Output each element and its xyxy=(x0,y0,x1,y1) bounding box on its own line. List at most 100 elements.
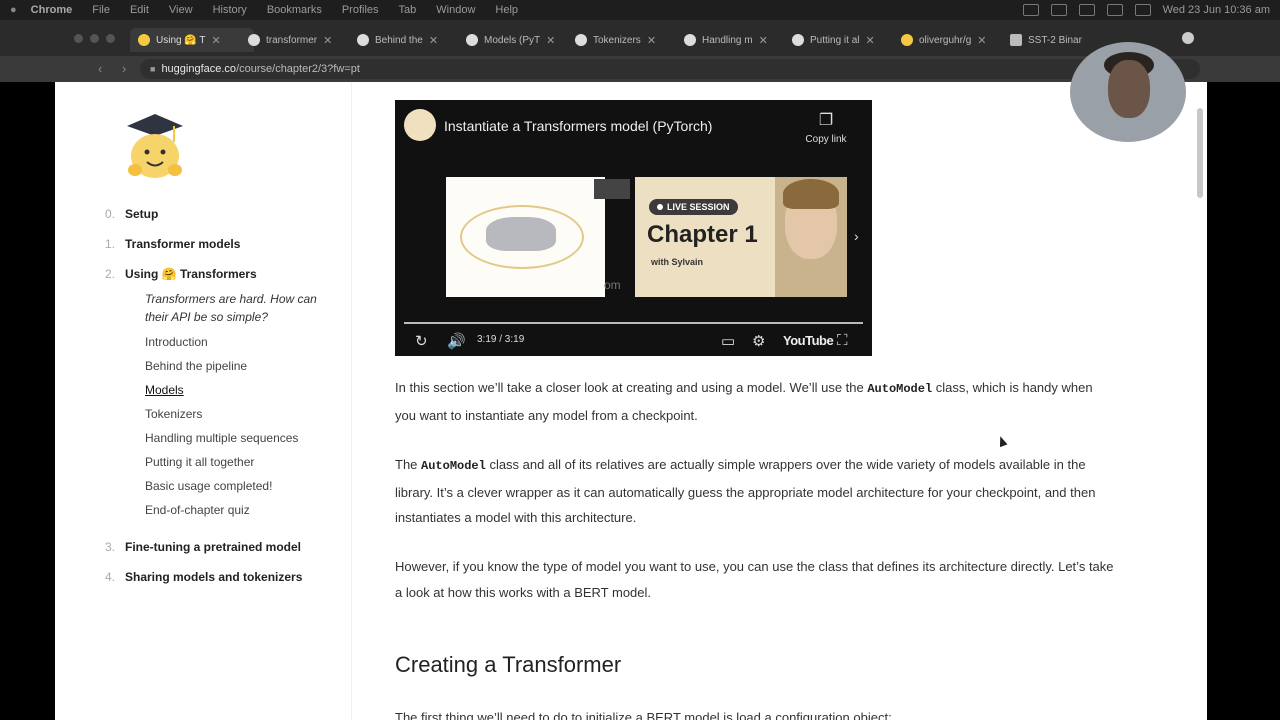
close-window-button[interactable] xyxy=(74,34,83,43)
copy-link-button[interactable]: ❐ Copy link xyxy=(796,110,856,145)
toc-chapter-fine-tuning[interactable]: 3. Fine-tuning a pretrained model xyxy=(105,540,301,554)
chapter-label: Transformer models xyxy=(125,237,241,251)
paragraph-text: The xyxy=(395,457,422,472)
browser-tab[interactable]: oliverguhr/g ✕ xyxy=(901,28,1001,52)
page-scrollbar[interactable] xyxy=(1197,108,1203,198)
chapter-number: 4. xyxy=(105,570,116,584)
browser-tab[interactable]: Handling m ✕ xyxy=(684,28,784,52)
menu-history[interactable]: History xyxy=(213,4,247,16)
menubar-clock[interactable]: Wed 23 Jun 10:36 am xyxy=(1163,4,1270,16)
course-sidebar: 0. Setup 1. Transformer models 2. Using … xyxy=(55,82,352,720)
menu-bookmarks[interactable]: Bookmarks xyxy=(267,4,322,16)
zoom-window-button[interactable] xyxy=(106,34,115,43)
toc-chapter-using-transformers[interactable]: 2. Using 🤗 Transformers xyxy=(105,267,257,281)
browser-tab[interactable]: Models (PyT ✕ xyxy=(466,28,566,52)
tab-label: Behind the xyxy=(375,34,423,46)
back-icon[interactable]: ‹ xyxy=(98,61,102,76)
tab-label: oliverguhr/g xyxy=(919,34,972,46)
toc-chapter-setup[interactable]: 0. Setup xyxy=(105,207,158,221)
browser-tab[interactable]: Behind the ✕ xyxy=(357,28,457,52)
chapter-number: 0. xyxy=(105,207,116,221)
toc-chapter-transformer-models[interactable]: 1. Transformer models xyxy=(105,237,241,251)
toc-section-putting-it-all-together[interactable]: Putting it all together xyxy=(145,455,254,469)
minimize-window-button[interactable] xyxy=(90,34,99,43)
paragraph: In this section we’ll take a closer look… xyxy=(395,375,1115,428)
copy-link-label: Copy link xyxy=(805,134,847,145)
dataset-favicon xyxy=(1010,34,1022,46)
chapter-tagline: Transformers are hard. How can their API… xyxy=(145,292,317,324)
main-content: Instantiate a Transformers model (PyTorc… xyxy=(395,82,1135,720)
related-video-thumbnail[interactable] xyxy=(446,177,605,297)
close-tab-icon[interactable]: ✕ xyxy=(212,34,221,47)
close-tab-icon[interactable]: ✕ xyxy=(429,34,438,47)
github-favicon xyxy=(248,34,260,46)
chevron-right-icon[interactable]: › xyxy=(854,228,859,244)
close-tab-icon[interactable]: ✕ xyxy=(647,34,656,47)
close-tab-icon[interactable]: ✕ xyxy=(759,34,768,47)
video-progress-bar[interactable] xyxy=(404,322,863,324)
wifi-icon[interactable] xyxy=(1106,4,1123,16)
volume-icon[interactable]: 🔊 xyxy=(447,332,466,350)
menu-view[interactable]: View xyxy=(169,4,193,16)
toc-section-introduction[interactable]: Introduction xyxy=(145,335,208,349)
url-path: /course/chapter2/3?fw=pt xyxy=(236,63,360,75)
channel-avatar[interactable] xyxy=(404,109,436,141)
youtube-video-player[interactable]: Instantiate a Transformers model (PyTorc… xyxy=(395,100,872,356)
toc-section-behind-the-pipeline[interactable]: Behind the pipeline xyxy=(145,359,247,373)
new-tab-icon[interactable] xyxy=(1182,32,1194,44)
browser-tab[interactable]: Tokenizers ✕ xyxy=(575,28,675,52)
close-tab-icon[interactable]: ✕ xyxy=(546,34,555,47)
related-video-thumbnail[interactable]: LIVE SESSION Chapter 1 with Sylvain xyxy=(635,177,847,297)
browser-tab[interactable]: SST-2 Binar xyxy=(1010,28,1100,52)
apple-icon[interactable]: ● xyxy=(10,4,17,16)
menu-window[interactable]: Window xyxy=(436,4,475,16)
menu-help[interactable]: Help xyxy=(495,4,518,16)
huggingface-favicon xyxy=(138,34,150,46)
toc-section-basic-usage-completed[interactable]: Basic usage completed! xyxy=(145,479,272,493)
toc-chapter-sharing-models[interactable]: 4. Sharing models and tokenizers xyxy=(105,570,302,584)
status-icon[interactable] xyxy=(1050,4,1067,16)
youtube-logo[interactable]: YouTube xyxy=(783,333,834,348)
video-title[interactable]: Instantiate a Transformers model (PyTorc… xyxy=(444,118,712,134)
menu-profiles[interactable]: Profiles xyxy=(342,4,379,16)
captions-icon[interactable]: ▭ xyxy=(721,332,735,350)
toc-section-models[interactable]: Models xyxy=(145,383,184,397)
tab-label: Using 🤗 T xyxy=(156,34,206,46)
thumbnail-text: om xyxy=(604,278,621,292)
globe-favicon xyxy=(357,34,369,46)
url-host: huggingface.co xyxy=(161,63,237,75)
chapter-number: 2. xyxy=(105,267,116,281)
tab-label: Models (PyT xyxy=(484,34,541,46)
browser-tab[interactable]: Using 🤗 T ✕ xyxy=(130,28,254,52)
menu-chrome[interactable]: Chrome xyxy=(31,4,73,16)
thumbnail-subtitle: with Sylvain xyxy=(651,257,704,267)
menu-edit[interactable]: Edit xyxy=(130,4,149,16)
status-icon[interactable] xyxy=(1022,4,1039,16)
toc-section-tokenizers[interactable]: Tokenizers xyxy=(145,407,202,421)
inline-code: AutoModel xyxy=(867,382,933,396)
paragraph: The first thing we’ll need to do to init… xyxy=(395,710,892,720)
close-tab-icon[interactable]: ✕ xyxy=(323,34,332,47)
cloud-icon[interactable] xyxy=(1078,4,1095,16)
fullscreen-icon[interactable]: ⛶ xyxy=(837,332,848,349)
browser-tab[interactable]: Putting it al ✕ xyxy=(792,28,892,52)
address-bar[interactable]: ■ huggingface.co/course/chapter2/3?fw=pt xyxy=(140,59,1200,79)
tab-label: Tokenizers xyxy=(593,34,641,46)
menu-file[interactable]: File xyxy=(92,4,110,16)
paragraph-text: class and all of its relatives are actua… xyxy=(395,457,1096,526)
replay-icon[interactable]: ↻ xyxy=(415,332,428,350)
close-tab-icon[interactable]: ✕ xyxy=(977,34,986,47)
tab-label: SST-2 Binar xyxy=(1028,34,1082,46)
menu-tab[interactable]: Tab xyxy=(399,4,417,16)
browser-tab[interactable]: transformer ✕ xyxy=(248,28,348,52)
battery-icon[interactable] xyxy=(1134,4,1151,16)
gear-icon[interactable]: ⚙ xyxy=(752,332,765,350)
paragraph: However, if you know the type of model y… xyxy=(395,559,1114,600)
lock-icon[interactable]: ■ xyxy=(150,64,155,74)
close-tab-icon[interactable]: ✕ xyxy=(865,34,874,47)
forward-icon[interactable]: › xyxy=(122,61,126,76)
copy-icon: ❐ xyxy=(818,112,834,129)
toc-section-end-of-chapter-quiz[interactable]: End-of-chapter quiz xyxy=(145,503,250,517)
toc-section-handling-multiple-sequences[interactable]: Handling multiple sequences xyxy=(145,431,298,445)
related-video-thumbnail[interactable] xyxy=(594,179,630,199)
